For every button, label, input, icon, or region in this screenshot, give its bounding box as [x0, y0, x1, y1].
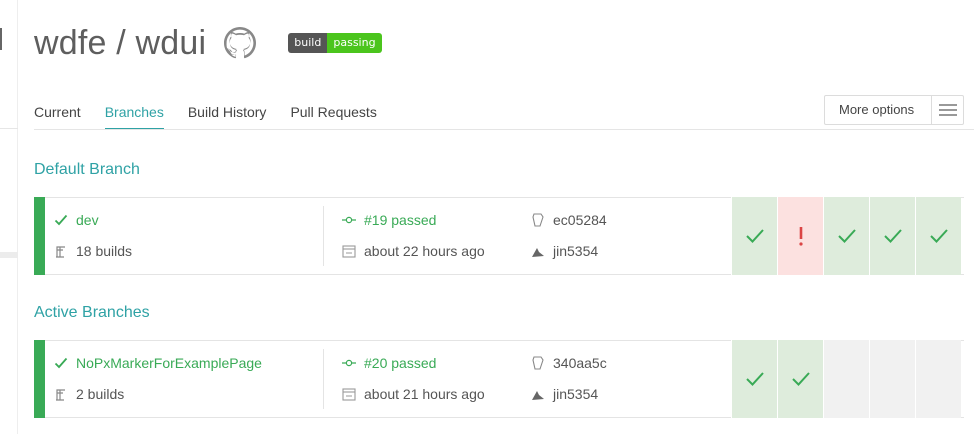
tab-current[interactable]: Current	[34, 96, 81, 130]
history-cell-empty	[823, 340, 869, 418]
sidebar-marker	[0, 28, 2, 50]
history-cell-passed[interactable]	[823, 197, 869, 275]
author-icon	[531, 387, 545, 401]
tab-branches[interactable]: Branches	[104, 96, 164, 130]
build-status-badge[interactable]: build passing	[288, 33, 382, 53]
build-count: 18 builds	[76, 243, 133, 259]
last-build-link[interactable]: #20 passed	[364, 355, 436, 371]
history-cell-passed[interactable]	[731, 340, 777, 418]
more-options-button[interactable]: More options	[824, 95, 964, 125]
builds-icon	[54, 244, 68, 258]
check-icon	[54, 213, 68, 227]
history-cell-empty	[869, 340, 915, 418]
sidebar-divider	[0, 252, 18, 258]
branch-name[interactable]: NoPxMarkerForExamplePage	[76, 355, 262, 371]
commit-icon	[342, 213, 356, 227]
calendar-icon	[342, 244, 356, 258]
build-time: about 21 hours ago	[364, 386, 485, 402]
commit-icon	[342, 356, 356, 370]
badge-status: passing	[327, 33, 382, 53]
badge-label: build	[288, 33, 328, 53]
build-count: 2 builds	[76, 386, 125, 402]
left-sidebar-edge	[0, 0, 18, 434]
history-cell-passed[interactable]	[869, 197, 915, 275]
active-branches-heading: Active Branches	[34, 304, 150, 321]
status-accent	[34, 197, 45, 275]
github-icon[interactable]	[224, 27, 257, 59]
build-time: about 22 hours ago	[364, 243, 485, 259]
history-cell-failed[interactable]	[777, 197, 823, 275]
history-cell-empty	[915, 340, 961, 418]
history-cell-passed[interactable]	[731, 197, 777, 275]
build-history-cells	[731, 340, 961, 418]
hamburger-icon[interactable]	[931, 96, 963, 124]
branch-name[interactable]: dev	[76, 212, 99, 228]
commit-sha[interactable]: 340aa5c	[553, 355, 607, 371]
repo-tabs: Current Branches Build History Pull Requ…	[34, 96, 401, 130]
commit-author: jin5354	[553, 386, 599, 402]
column-divider	[323, 349, 324, 409]
commit-sha[interactable]: ec05284	[553, 212, 607, 228]
repo-title[interactable]: wdfe / wdui	[34, 24, 206, 63]
branch-icon	[531, 356, 545, 370]
column-divider	[323, 206, 324, 266]
branch-icon	[531, 213, 545, 227]
build-history-cells	[731, 197, 961, 275]
tabs-divider	[34, 129, 974, 130]
repo-header: wdfe / wdui build passing	[34, 20, 382, 66]
more-options-label: More options	[839, 102, 915, 117]
status-accent	[34, 340, 45, 418]
tab-pull-requests[interactable]: Pull Requests	[290, 96, 376, 130]
last-build-link[interactable]: #19 passed	[364, 212, 436, 228]
branch-row-active[interactable]: NoPxMarkerForExamplePage 2 builds #20 pa…	[34, 340, 964, 418]
sidebar-divider	[0, 128, 18, 129]
author-icon	[531, 244, 545, 258]
check-icon	[54, 356, 68, 370]
builds-icon	[54, 387, 68, 401]
commit-author: jin5354	[553, 243, 599, 259]
tab-build-history[interactable]: Build History	[188, 96, 267, 130]
default-branch-heading: Default Branch	[34, 161, 140, 178]
history-cell-passed[interactable]	[777, 340, 823, 418]
branch-row-default[interactable]: dev 18 builds #19 passed about 22 hours …	[34, 197, 964, 275]
calendar-icon	[342, 387, 356, 401]
history-cell-passed[interactable]	[915, 197, 961, 275]
